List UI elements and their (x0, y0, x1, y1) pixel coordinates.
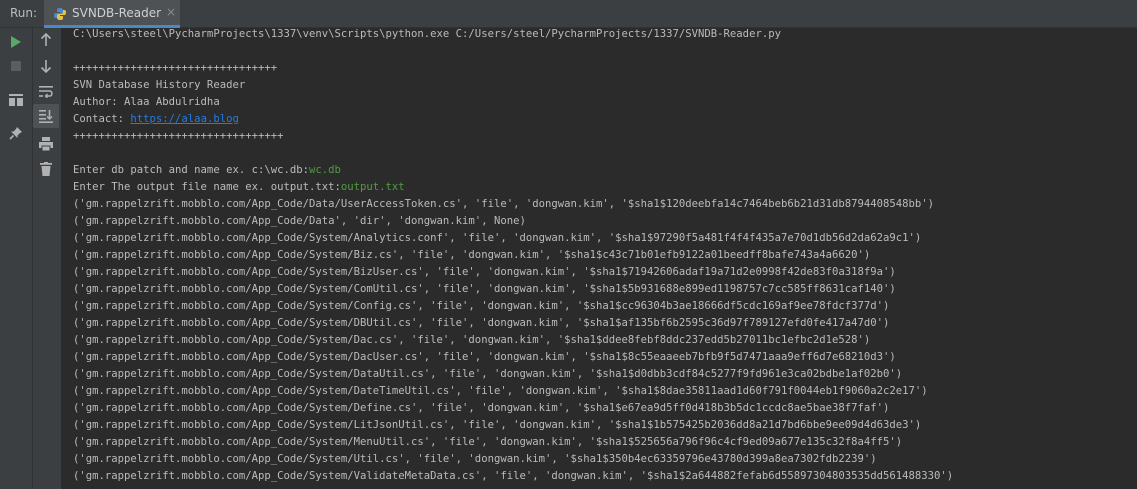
arrow-down-icon[interactable] (36, 56, 56, 76)
banner-title: SVN Database History Reader (73, 79, 246, 91)
db-prompt-line: Enter db patch and name ex. c:\wc.db:wc.… (73, 162, 341, 179)
run-label: Run: (10, 6, 38, 20)
print-icon[interactable] (36, 134, 56, 154)
stop-icon[interactable] (6, 56, 26, 76)
output-row: ('gm.rappelzrift.mobblo.com/App_Code/Sys… (73, 402, 890, 414)
banner-contact: Contact: https://alaa.blog (73, 111, 239, 128)
tab-close-icon[interactable]: × (166, 5, 176, 19)
pin-icon[interactable] (6, 123, 26, 143)
output-input: output.txt (340, 181, 405, 193)
banner-bottom: +++++++++++++++++++++++++++++++++ (73, 130, 284, 142)
output-row: ('gm.rappelzrift.mobblo.com/App_Code/Sys… (73, 249, 871, 261)
trash-icon[interactable] (36, 159, 56, 179)
toolbar-separator (32, 28, 33, 489)
layout-icon[interactable] (6, 90, 26, 110)
run-tool-window: Run: SVNDB-Reader × C:\Users\steel\Pycha… (0, 0, 1137, 489)
db-input: wc.db (309, 164, 341, 176)
run-tab-bar: Run: SVNDB-Reader × (0, 0, 1137, 28)
command-line: C:\Users\steel\PycharmProjects\1337\venv… (73, 28, 781, 40)
output-row: ('gm.rappelzrift.mobblo.com/App_Code/Sys… (73, 385, 928, 397)
python-icon (53, 6, 67, 20)
contact-label: Contact: (73, 113, 131, 125)
output-row: ('gm.rappelzrift.mobblo.com/App_Code/Sys… (73, 283, 896, 295)
run-toolbar (0, 28, 62, 489)
output-row: ('gm.rappelzrift.mobblo.com/App_Code/Sys… (73, 232, 922, 244)
output-row: ('gm.rappelzrift.mobblo.com/App_Code/Sys… (73, 436, 903, 448)
banner-top: ++++++++++++++++++++++++++++++++ (73, 62, 278, 74)
arrow-up-icon[interactable] (36, 30, 56, 50)
tab-title: SVNDB-Reader (72, 6, 162, 20)
output-row: ('gm.rappelzrift.mobblo.com/App_Code/Sys… (73, 470, 954, 482)
output-prompt-line: Enter The output file name ex. output.tx… (73, 179, 405, 196)
output-row: ('gm.rappelzrift.mobblo.com/App_Code/Sys… (73, 317, 890, 329)
output-prompt: Enter The output file name ex. output.tx… (73, 181, 341, 193)
db-prompt: Enter db patch and name ex. c:\wc.db: (73, 164, 309, 176)
output-row: ('gm.rappelzrift.mobblo.com/App_Code/Dat… (73, 198, 935, 210)
soft-wrap-icon[interactable] (36, 82, 56, 102)
output-row: ('gm.rappelzrift.mobblo.com/App_Code/Sys… (73, 300, 890, 312)
banner-author: Author: Alaa Abdulridha (73, 96, 220, 108)
output-row: ('gm.rappelzrift.mobblo.com/App_Code/Sys… (73, 351, 896, 363)
output-row: ('gm.rappelzrift.mobblo.com/App_Code/Sys… (73, 368, 903, 380)
output-row: ('gm.rappelzrift.mobblo.com/App_Code/Dat… (73, 215, 526, 227)
output-row: ('gm.rappelzrift.mobblo.com/App_Code/Sys… (73, 453, 877, 465)
console-output[interactable]: C:\Users\steel\PycharmProjects\1337\venv… (62, 28, 1137, 489)
output-row: ('gm.rappelzrift.mobblo.com/App_Code/Sys… (73, 266, 896, 278)
contact-link[interactable]: https://alaa.blog (130, 113, 238, 125)
output-row: ('gm.rappelzrift.mobblo.com/App_Code/Sys… (73, 419, 922, 431)
output-row: ('gm.rappelzrift.mobblo.com/App_Code/Sys… (73, 334, 871, 346)
run-icon[interactable] (6, 32, 26, 52)
scroll-to-end-icon[interactable] (33, 104, 59, 128)
tab-svndb-reader[interactable]: SVNDB-Reader × (44, 0, 180, 28)
